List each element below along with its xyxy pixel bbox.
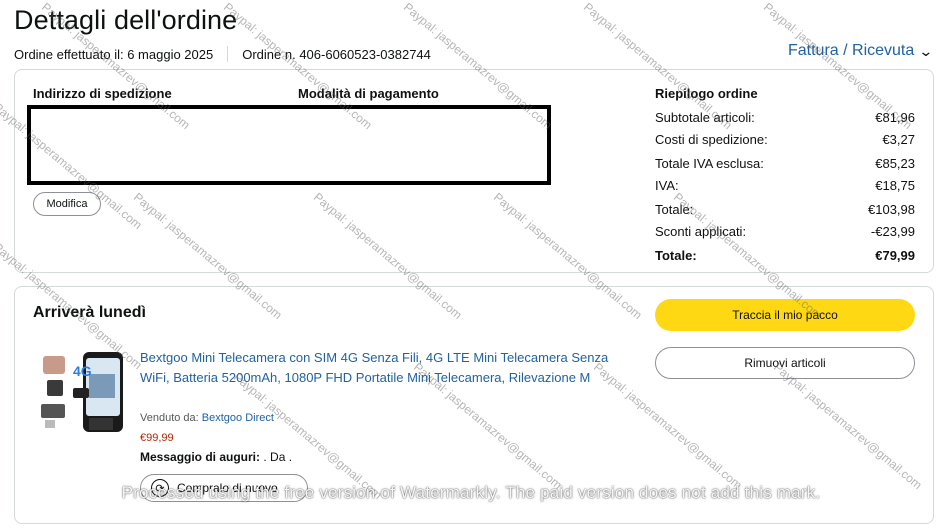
redacted-address-box: [27, 105, 551, 185]
summary-label: Costi di spedizione:: [655, 132, 768, 147]
gift-message: Messaggio di auguri: . Da .: [140, 450, 292, 464]
summary-row-discount: Sconti applicati: -€23,99: [655, 221, 915, 243]
shipping-address-label: Indirizzo di spedizione: [33, 86, 172, 101]
summary-value: €3,27: [882, 132, 915, 147]
order-date: Ordine effettuato il: 6 maggio 2025: [14, 46, 214, 62]
invoice-dropdown[interactable]: Fattura / Ricevuta ⌄: [788, 42, 934, 60]
summary-row-net-total: Totale IVA esclusa: €85,23: [655, 153, 915, 175]
divider: [227, 46, 229, 62]
summary-label: Subtotale articoli:: [655, 110, 755, 125]
invoice-link-label[interactable]: Fattura / Ricevuta: [788, 42, 914, 60]
remove-items-button[interactable]: Rimuovi articoli: [655, 347, 915, 379]
order-summary: Riepilogo ordine Subtotale articoli: €81,…: [655, 86, 915, 267]
grand-total-value: €79,99: [875, 248, 915, 263]
summary-value: €85,23: [875, 156, 915, 171]
summary-row-subtotal: Subtotale articoli: €81,96: [655, 107, 915, 129]
gift-message-text: . Da .: [263, 450, 293, 464]
refresh-cart-icon: ⟳: [151, 479, 169, 497]
summary-value: -€23,99: [870, 224, 915, 239]
summary-label: Totale IVA esclusa:: [655, 156, 764, 171]
shipment-card: Arriverà lunedì 4G Bextgoo Mini Telecame…: [14, 286, 934, 524]
seller-link[interactable]: Bextgoo Direct: [202, 412, 274, 424]
product-price: €99,99: [140, 432, 174, 444]
page-title: Dettagli dell'ordine: [14, 5, 238, 35]
order-details-card: Indirizzo di spedizione Modalità di paga…: [14, 69, 934, 273]
order-meta: Ordine effettuato il: 6 maggio 2025 Ordi…: [14, 46, 431, 62]
product-image-badge: 4G: [73, 363, 92, 379]
summary-label: Sconti applicati:: [655, 224, 747, 239]
summary-row-vat: IVA: €18,75: [655, 175, 915, 197]
track-package-button[interactable]: Traccia il mio pacco: [655, 299, 915, 331]
sold-by-label: Venduto da:: [140, 412, 199, 424]
summary-value: €81,96: [875, 110, 915, 125]
arrival-heading: Arriverà lunedì: [33, 304, 146, 321]
summary-title: Riepilogo ordine: [655, 86, 758, 101]
grand-total-label: Totale:: [655, 248, 697, 263]
summary-row-shipping: Costi di spedizione: €3,27: [655, 129, 915, 151]
summary-value: €18,75: [875, 178, 915, 193]
buy-again-button[interactable]: ⟳ Compralo di nuovo: [140, 474, 308, 502]
sold-by: Venduto da: Bextgoo Direct: [140, 412, 274, 424]
summary-row-grand-total: Totale: €79,99: [655, 245, 915, 267]
product-title-link[interactable]: Bextgoo Mini Telecamera con SIM 4G Senza…: [140, 348, 610, 388]
buy-again-label: Compralo di nuovo: [177, 481, 278, 495]
summary-label: IVA:: [655, 178, 679, 193]
product-image[interactable]: 4G: [39, 350, 127, 436]
order-number: Ordine n. 406-6060523-0382744: [242, 46, 431, 62]
gift-message-label: Messaggio di auguri:: [140, 450, 261, 464]
summary-row-total: Totale: €103,98: [655, 199, 915, 221]
payment-method-label: Modalità di pagamento: [298, 86, 439, 101]
summary-value: €103,98: [868, 202, 915, 217]
chevron-down-icon[interactable]: ⌄: [919, 43, 934, 60]
edit-button[interactable]: Modifica: [33, 192, 101, 216]
summary-label: Totale:: [655, 202, 694, 217]
